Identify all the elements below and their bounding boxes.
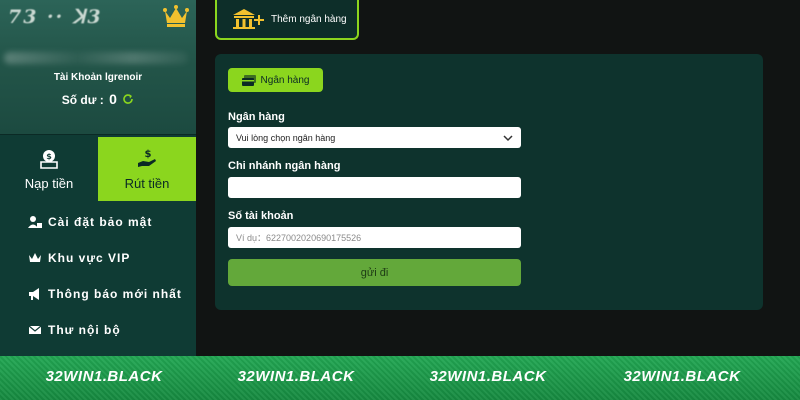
brand-logo: 73 ·· ꓘ3 [8,6,103,28]
tab-deposit-label: Nạp tiền [24,175,74,191]
megaphone-icon [29,288,39,300]
bank-chip-label: Ngân hàng [260,74,310,86]
footer-watermark: 32WIN1.BLACK [237,368,355,385]
menu-item-label: Khu vực VIP [48,251,131,265]
footer-watermark: 32WIN1.BLACK [429,368,547,385]
menu-item-label: Cài đặt bảo mật [48,215,153,229]
svg-text:$: $ [145,149,152,160]
bank-select-value: Vui lòng chọn ngân hàng [236,132,336,143]
footer-banner: 32WIN1.BLACK 32WIN1.BLACK 32WIN1.BLACK 3… [0,356,800,400]
refresh-icon[interactable] [122,93,134,105]
footer-watermark: 32WIN1.BLACK [623,368,741,385]
account-number-input[interactable] [228,227,521,248]
tab-withdraw-label: Rút tiền [124,175,170,191]
envelope-icon [28,325,42,334]
sidebar-menu: Cài đặt bảo mật Khu vực VIP Thông báo mớ… [0,204,196,348]
blurred-banner [4,52,188,64]
tab-withdraw[interactable]: $ Rút tiền [98,137,196,201]
menu-item-label: Thông báo mới nhất [48,287,182,301]
balance-value: 0 [109,91,117,107]
branch-label: Chi nhánh ngân hàng [228,160,341,172]
menu-item-news[interactable]: Thông báo mới nhất [0,276,196,312]
bank-chip[interactable]: Ngân hàng [228,68,323,92]
menu-item-inbox[interactable]: Thư nội bộ [0,312,196,348]
bank-form-panel: Ngân hàng Ngân hàng Vui lòng chọn ngân h… [215,54,763,310]
add-bank-tab[interactable]: Thêm ngân hàng [215,0,359,40]
balance: Số dư : 0 [0,91,196,107]
card-icon [241,74,256,86]
user-lock-icon [28,216,42,228]
sidebar: 73 ·· ꓘ3 Tài Khoản lgrenoir Số dư : 0 $ … [0,0,196,356]
bank-select[interactable]: Vui lòng chọn ngân hàng [228,127,521,148]
menu-item-label: Thư nội bộ [48,323,121,337]
submit-button[interactable]: gửi đi [228,259,521,286]
bank-add-icon [233,9,264,29]
footer-watermark: 32WIN1.BLACK [45,368,163,385]
account-name: Tài Khoản lgrenoir [53,72,143,83]
account-number-label: Số tài khoản [228,210,294,222]
bank-label: Ngân hàng [228,111,285,123]
tab-deposit[interactable]: $ Nạp tiền [0,137,98,201]
menu-item-security[interactable]: Cài đặt bảo mật [0,204,196,240]
chevron-down-icon [503,134,513,141]
profile-card: 73 ·· ꓘ3 Tài Khoản lgrenoir Số dư : 0 [0,0,196,135]
money-bag-icon: $ [40,149,58,169]
balance-label: Số dư : [61,93,104,107]
svg-text:$: $ [46,152,52,161]
menu-item-vip[interactable]: Khu vực VIP [0,240,196,276]
crown-icon [29,253,41,262]
branch-input[interactable] [228,177,521,198]
crown-icon [163,5,189,27]
add-bank-label: Thêm ngân hàng [271,13,347,25]
hand-money-icon: $ [138,149,156,167]
